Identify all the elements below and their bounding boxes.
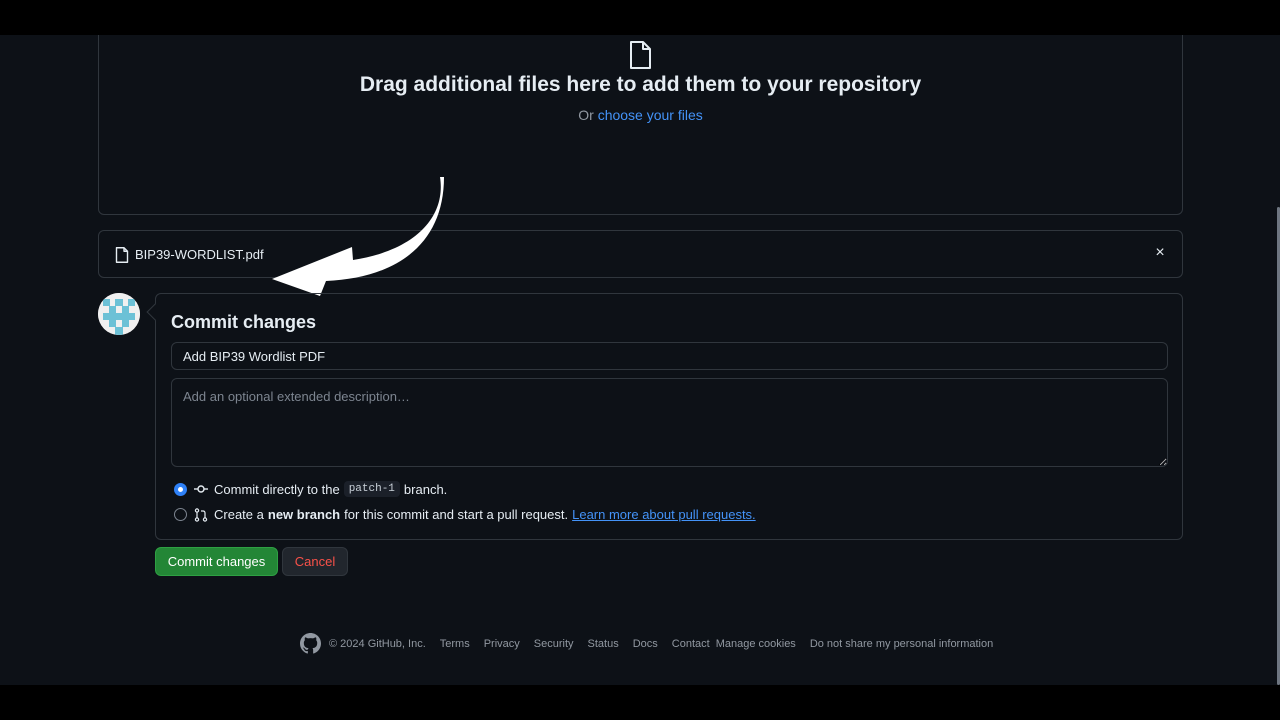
uploaded-file-row: BIP39-WORDLIST.pdf × <box>98 230 1183 278</box>
commit-form: Commit changes Commit directly to the pa… <box>146 293 1183 540</box>
avatar[interactable] <box>98 293 140 335</box>
footer-link-terms[interactable]: Terms <box>440 638 470 650</box>
new-branch-suffix: for this commit and start a pull request… <box>344 507 569 522</box>
file-icon <box>630 41 651 69</box>
cancel-button[interactable]: Cancel <box>282 547 348 576</box>
dropzone-or-text: Or <box>578 107 594 123</box>
dropzone-title: Drag additional files here to add them t… <box>359 73 922 96</box>
new-branch-option[interactable]: Create a new branch for this commit and … <box>174 507 756 522</box>
git-commit-icon <box>194 485 208 493</box>
dropzone-subtitle: Or choose your files <box>99 107 1182 123</box>
new-branch-prefix: Create a <box>214 507 264 522</box>
github-logo-icon[interactable] <box>300 633 321 654</box>
footer-link-security[interactable]: Security <box>534 638 574 650</box>
page: Drag additional files here to add them t… <box>0 35 1280 685</box>
new-branch-bold: new branch <box>267 507 341 522</box>
footer-link-privacy[interactable]: Privacy <box>484 638 520 650</box>
file-icon <box>115 247 129 263</box>
commit-description-input[interactable] <box>171 378 1168 467</box>
footer-copyright: © 2024 GitHub, Inc. <box>329 637 426 650</box>
learn-more-pull-requests-link[interactable]: Learn more about pull requests. <box>572 507 756 522</box>
commit-changes-button[interactable]: Commit changes <box>155 547 278 576</box>
footer-link-contact[interactable]: Contact <box>672 638 710 650</box>
choose-files-link[interactable]: choose your files <box>598 107 703 123</box>
commit-message-input[interactable] <box>171 342 1168 370</box>
file-name: BIP39-WORDLIST.pdf <box>135 247 264 262</box>
branch-name: patch-1 <box>343 481 400 497</box>
footer: © 2024 GitHub, Inc. Terms Privacy Securi… <box>300 633 1007 654</box>
footer-link-manage-cookies[interactable]: Manage cookies <box>716 638 796 650</box>
commit-form-caret <box>146 303 164 321</box>
commit-direct-suffix: branch. <box>403 481 448 497</box>
commit-direct-radio[interactable] <box>174 482 187 496</box>
footer-link-docs[interactable]: Docs <box>633 638 658 650</box>
git-pull-request-icon <box>194 507 208 522</box>
commit-direct-option[interactable]: Commit directly to the patch-1 branch. <box>174 481 447 497</box>
annotation-arrow-icon <box>272 177 444 296</box>
commit-direct-prefix: Commit directly to the <box>214 481 340 497</box>
file-dropzone[interactable]: Drag additional files here to add them t… <box>98 35 1183 215</box>
footer-link-do-not-share[interactable]: Do not share my personal information <box>810 638 993 650</box>
commit-title: Commit changes <box>171 312 317 332</box>
identicon-icon <box>98 293 140 335</box>
new-branch-radio[interactable] <box>174 508 187 521</box>
footer-link-status[interactable]: Status <box>588 638 619 650</box>
remove-file-close-icon[interactable]: × <box>1152 244 1168 262</box>
